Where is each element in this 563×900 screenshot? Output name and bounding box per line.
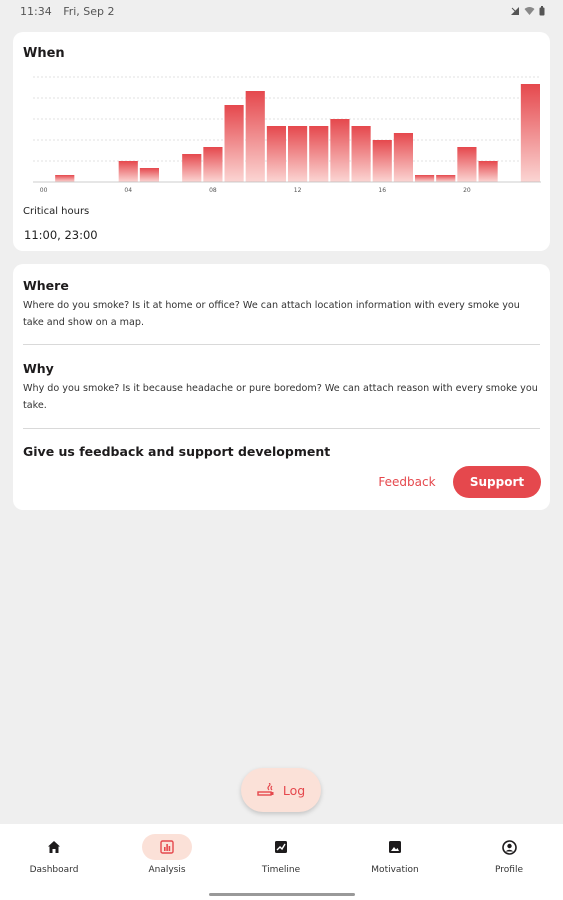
chart-bar-07[interactable] bbox=[182, 154, 202, 182]
wifi-icon bbox=[524, 7, 535, 15]
image-icon bbox=[389, 841, 401, 853]
nav-label-motivation: Motivation bbox=[371, 865, 419, 875]
critical-hours-value: 11:00, 23:00 bbox=[24, 228, 98, 242]
timeline-icon bbox=[275, 841, 287, 853]
critical-hours-label: Critical hours bbox=[23, 206, 90, 217]
chart-bar-11[interactable] bbox=[266, 126, 286, 182]
nav-icon-container bbox=[484, 834, 534, 860]
feedback-title: Give us feedback and support development bbox=[23, 444, 331, 459]
chart-tick-label: 12 bbox=[294, 187, 302, 194]
chart-bar-21[interactable] bbox=[478, 161, 498, 182]
info-card: Where Where do you smoke? Is it at home … bbox=[13, 264, 550, 510]
chart-tick-label: 08 bbox=[209, 187, 217, 194]
where-title: Where bbox=[23, 278, 69, 293]
chart-bar-14[interactable] bbox=[330, 119, 350, 182]
nav-item-dashboard[interactable]: Dashboard bbox=[4, 834, 104, 884]
chart-bar-04[interactable] bbox=[118, 161, 138, 182]
chart-bar-05[interactable] bbox=[139, 168, 159, 182]
chart-bar-23[interactable] bbox=[520, 84, 540, 182]
status-date: Fri, Sep 2 bbox=[63, 4, 115, 18]
chart-tick-label: 04 bbox=[124, 187, 132, 194]
nav-label-profile: Profile bbox=[495, 865, 523, 875]
chart-tick-label: 20 bbox=[463, 187, 471, 194]
why-section[interactable]: Why Why do you smoke? Is it because head… bbox=[23, 361, 540, 414]
when-title: When bbox=[23, 46, 65, 61]
chart-bar-15[interactable] bbox=[351, 126, 371, 182]
chart-tick-label: 00 bbox=[40, 187, 48, 194]
chart-bar-17[interactable] bbox=[393, 133, 413, 182]
bottom-navigation: Dashboard Analysis Timeline Motivation P… bbox=[0, 824, 563, 900]
nav-item-analysis[interactable]: Analysis bbox=[117, 834, 217, 884]
when-card: When 00 04 08 12 16 20 Critical hours 11:00, … bbox=[13, 32, 550, 251]
nav-icon-container bbox=[142, 834, 192, 860]
chart-bar-01[interactable] bbox=[55, 175, 75, 182]
nav-icon-container bbox=[29, 834, 79, 860]
home-icon bbox=[48, 841, 60, 853]
feedback-section: Give us feedback and support development bbox=[23, 444, 540, 459]
feedback-button[interactable]: Feedback bbox=[369, 466, 445, 498]
why-title: Why bbox=[23, 361, 54, 376]
cigarette-icon bbox=[257, 783, 274, 796]
divider bbox=[23, 428, 540, 429]
chart-bar-08[interactable] bbox=[203, 147, 223, 182]
nav-label-analysis: Analysis bbox=[148, 865, 186, 875]
chart-bar-19[interactable] bbox=[436, 175, 456, 182]
nav-item-timeline[interactable]: Timeline bbox=[231, 834, 331, 884]
status-left: 11:34 Fri, Sep 2 bbox=[20, 5, 123, 18]
divider bbox=[23, 344, 540, 345]
nav-icon-container bbox=[256, 834, 306, 860]
chart-bar-13[interactable] bbox=[309, 126, 329, 182]
status-icons bbox=[510, 6, 545, 16]
signal-icon bbox=[511, 7, 519, 15]
where-section[interactable]: Where Where do you smoke? Is it at home … bbox=[23, 278, 540, 331]
nav-label-dashboard: Dashboard bbox=[29, 865, 79, 875]
chart-bar-20[interactable] bbox=[457, 147, 477, 182]
analysis-icon bbox=[160, 840, 174, 854]
why-description: Why do you smoke? Is it because headache… bbox=[23, 383, 538, 411]
home-indicator bbox=[209, 893, 355, 896]
chart-bar-09[interactable] bbox=[224, 105, 244, 182]
chart-bar-12[interactable] bbox=[288, 126, 308, 182]
log-label: Log bbox=[282, 782, 306, 798]
nav-icon-container bbox=[370, 834, 420, 860]
chart-bar-16[interactable] bbox=[372, 140, 392, 182]
chart-bar-10[interactable] bbox=[245, 91, 265, 182]
where-description: Where do you smoke? Is it at home or off… bbox=[23, 300, 520, 328]
status-bar: 11:34 Fri, Sep 2 bbox=[0, 0, 563, 22]
hourly-chart: 00 04 08 12 16 20 bbox=[33, 76, 541, 194]
nav-label-timeline: Timeline bbox=[261, 865, 301, 875]
nav-item-profile[interactable]: Profile bbox=[459, 834, 559, 884]
support-button[interactable]: Support bbox=[453, 466, 541, 498]
nav-item-motivation[interactable]: Motivation bbox=[345, 834, 445, 884]
log-button[interactable]: Log bbox=[241, 768, 321, 812]
chart-tick-label: 16 bbox=[378, 187, 386, 194]
chart-bar-18[interactable] bbox=[415, 175, 435, 182]
battery-icon bbox=[539, 6, 545, 16]
status-time: 11:34 bbox=[20, 4, 52, 18]
profile-icon bbox=[501, 839, 517, 855]
